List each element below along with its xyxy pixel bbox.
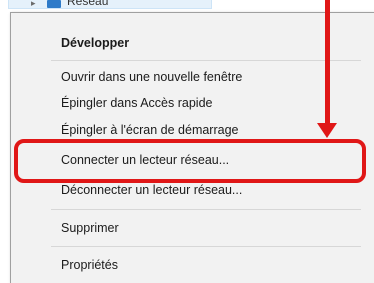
expand-arrow-icon[interactable]: ▸	[31, 0, 36, 9]
menu-separator	[51, 209, 361, 210]
menu-item-pin-start[interactable]: Épingler à l'écran de démarrage	[61, 123, 239, 137]
menu-item-disconnect-network-drive[interactable]: Déconnecter un lecteur réseau...	[61, 183, 242, 197]
annotation-arrow-head-icon	[317, 123, 337, 138]
menu-separator	[51, 60, 361, 61]
annotation-arrow-shaft	[325, 0, 330, 128]
menu-item-delete[interactable]: Supprimer	[61, 221, 119, 235]
navigation-tree: ▸ Réseau	[0, 0, 374, 10]
menu-item-pin-quick-access[interactable]: Épingler dans Accès rapide	[61, 96, 212, 110]
menu-separator	[51, 246, 361, 247]
tree-item-label: Réseau	[67, 0, 109, 8]
tree-item-network[interactable]: ▸ Réseau	[8, 0, 212, 9]
annotation-highlight-box	[14, 139, 366, 183]
menu-item-properties[interactable]: Propriétés	[61, 258, 118, 272]
menu-item-open-new-window[interactable]: Ouvrir dans une nouvelle fenêtre	[61, 70, 242, 84]
menu-item-expand[interactable]: Développer	[61, 36, 129, 50]
network-icon	[47, 0, 61, 8]
